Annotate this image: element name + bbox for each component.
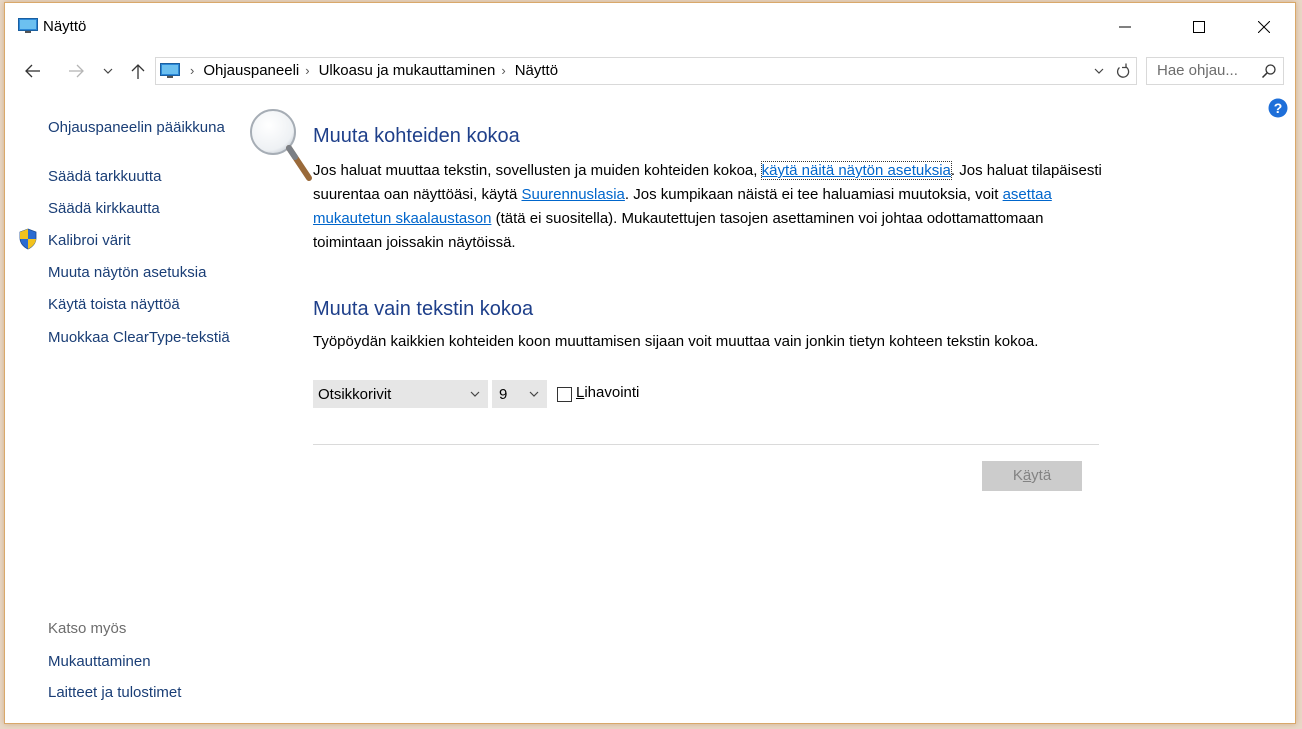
breadcrumb: › Ohjauspaneeli › Ulkoasu ja mukauttamin… [184,62,558,79]
description-text: . Jos kumpikaan näistä ei tee haluamiasi… [624,186,1003,203]
see-also-heading: Katso myös [48,620,127,637]
address-dropdown-button[interactable] [1088,58,1110,84]
sidebar-item-calibrate-colors[interactable]: Kalibroi värit [48,232,131,249]
change-text-size-description: Työpöydän kaikkien kohteiden koon muutta… [313,333,1039,350]
bold-label-text: ihavointi [584,384,640,401]
sidebar-item-adjust-brightness[interactable]: Säädä kirkkautta [48,200,160,217]
sidebar-item-control-panel-home[interactable]: Ohjauspaneelin pääikkuna [48,119,225,136]
change-size-description: Jos haluat muuttaa tekstin, sovellusten … [313,159,1113,255]
sidebar-item-adjust-cleartype[interactable]: Muokkaa ClearType-tekstiä [48,329,230,346]
apply-label-part: ytä [1031,467,1052,484]
breadcrumb-separator-icon: › [305,63,310,78]
maximize-icon [1193,21,1205,33]
arrow-right-icon [69,64,84,78]
address-bar[interactable]: › Ohjauspaneeli › Ulkoasu ja mukauttamin… [155,57,1137,85]
chevron-down-icon [470,391,480,397]
display-settings-link[interactable]: käytä näitä näytön asetuksia [760,161,952,180]
apply-label-part: K [1012,467,1023,484]
arrow-up-icon [131,64,145,79]
search-placeholder: Hae ohjau... [1157,62,1238,79]
back-button[interactable] [19,57,47,85]
close-button[interactable] [1241,3,1287,51]
sidebar-item-project-second-screen[interactable]: Käytä toista näyttöä [48,296,180,313]
display-window: Näyttö › Ohjauspaneeli › Ulkoasu ja muka… [4,2,1296,724]
apply-button[interactable]: Käytä [982,461,1082,491]
divider [313,444,1099,445]
search-input[interactable]: Hae ohjau... [1146,57,1284,85]
text-item-select[interactable]: Otsikkorivit [313,380,488,408]
breadcrumb-appearance[interactable]: Ulkoasu ja mukauttaminen [319,62,496,79]
breadcrumb-control-panel[interactable]: Ohjauspaneeli [203,62,299,79]
monitor-icon [18,18,38,33]
chevron-down-icon [103,68,113,74]
chevron-down-icon [1094,68,1104,74]
breadcrumb-display[interactable]: Näyttö [515,62,558,79]
close-icon [1258,21,1270,33]
minimize-icon [1119,26,1131,28]
refresh-button[interactable] [1110,58,1136,84]
chevron-down-icon [529,391,539,397]
recent-locations-button[interactable] [98,57,118,85]
window-title: Näyttö [43,18,87,35]
font-size-value: 9 [499,386,508,403]
bold-checkbox-label[interactable]: Lihavointi [576,384,639,401]
svg-text:?: ? [1274,100,1283,116]
shield-icon [19,228,37,250]
breadcrumb-separator-icon: › [190,63,195,78]
description-text: Jos haluat muuttaa tekstin, sovellusten … [313,162,762,179]
help-icon[interactable]: ? [1268,98,1288,118]
apply-label-accelerator: ä [1022,467,1032,484]
magnifier-link[interactable]: Suurennuslasia [521,186,624,203]
sidebar-item-change-display-settings[interactable]: Muuta näytön asetuksia [48,264,206,281]
title-bar: Näyttö [5,3,1295,51]
sidebar-item-adjust-resolution[interactable]: Säädä tarkkuutta [48,168,161,185]
refresh-icon [1116,63,1130,78]
control-panel-icon [160,63,180,78]
see-also-devices-printers-link[interactable]: Laitteet ja tulostimet [48,684,181,701]
change-size-heading: Muuta kohteiden kokoa [313,125,520,147]
see-also-personalization-link[interactable]: Mukauttaminen [48,653,151,670]
up-button[interactable] [125,57,151,85]
breadcrumb-separator-icon: › [501,63,506,78]
text-item-value: Otsikkorivit [318,386,392,403]
font-size-select[interactable]: 9 [492,380,547,408]
search-icon [1261,64,1276,79]
arrow-left-icon [25,64,40,78]
minimize-button[interactable] [1102,3,1148,51]
change-text-size-heading: Muuta vain tekstin kokoa [313,298,534,320]
bold-checkbox[interactable] [557,387,572,402]
navigation-bar: › Ohjauspaneeli › Ulkoasu ja mukauttamin… [5,51,1295,91]
forward-button[interactable] [62,57,90,85]
maximize-button[interactable] [1176,3,1222,51]
